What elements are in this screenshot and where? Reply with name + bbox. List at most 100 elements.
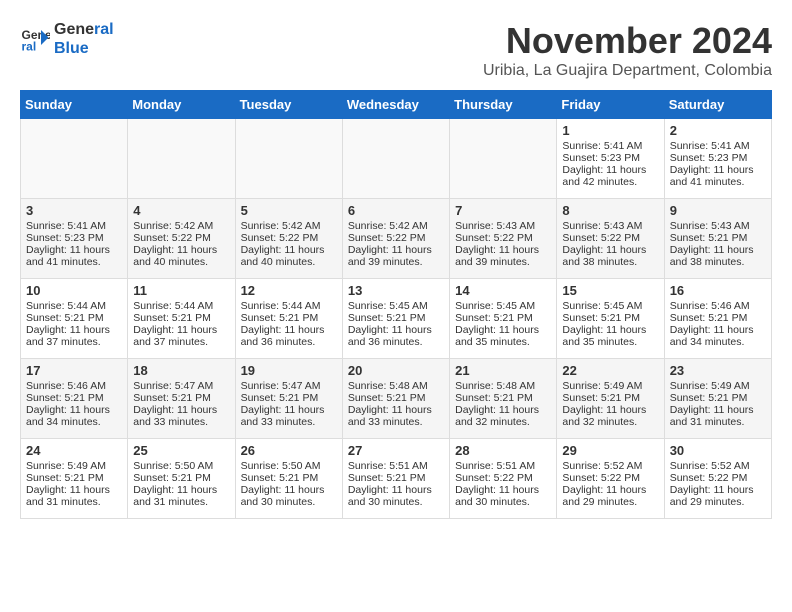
calendar-cell: 11 Sunrise: 5:44 AMSunset: 5:21 PMDayligh… [128,279,235,359]
day-info: Sunrise: 5:48 AM [455,380,551,392]
calendar-cell: 7Sunrise: 5:43 AMSunset: 5:22 PMDaylight… [450,199,557,279]
day-info: Sunset: 5:21 PM [133,312,229,324]
day-info: Sunset: 5:22 PM [455,232,551,244]
day-number: 3 [26,203,122,218]
day-info: Daylight: 11 hours and 36 minutes. [241,324,337,348]
day-info: Daylight: 11 hours and 35 minutes. [455,324,551,348]
day-info: Daylight: 11 hours and 34 minutes. [670,324,766,348]
day-info: Sunrise: 5:41 AM [562,140,658,152]
day-info: Daylight: 11 hours and 40 minutes. [241,244,337,268]
day-info: Daylight: 11 hours and 31 minutes. [26,484,122,508]
day-info: Daylight: 11 hours and 34 minutes. [26,404,122,428]
header-friday: Friday [557,91,664,119]
day-info: Sunrise: 5:49 AM [670,380,766,392]
calendar-cell [128,119,235,199]
day-info: Sunset: 5:21 PM [133,472,229,484]
day-info: Sunrise: 5:51 AM [455,460,551,472]
day-info: Sunset: 5:21 PM [133,392,229,404]
calendar-cell: 28 Sunrise: 5:51 AMSunset: 5:22 PMDayligh… [450,439,557,519]
day-info: Daylight: 11 hours and 40 minutes. [133,244,229,268]
calendar-cell: 3Sunrise: 5:41 AMSunset: 5:23 PMDaylight… [21,199,128,279]
day-number: 17 [26,363,122,378]
day-number: 19 [241,363,337,378]
day-number: 11 [133,283,229,298]
calendar-cell: 26Sunrise: 5:50 AMSunset: 5:21 PMDayligh… [235,439,342,519]
title-block: November 2024 Uribia, La Guajira Departm… [483,20,772,80]
day-info: Daylight: 11 hours and 30 minutes. [455,484,551,508]
day-info: Sunset: 5:21 PM [241,472,337,484]
header-monday: Monday [128,91,235,119]
day-info: Daylight: 11 hours and 32 minutes. [455,404,551,428]
day-info: Sunrise: 5:42 AM [133,220,229,232]
day-info: Daylight: 11 hours and 31 minutes. [133,484,229,508]
calendar-cell: 2Sunrise: 5:41 AMSunset: 5:23 PMDaylight… [664,119,771,199]
day-info: Sunset: 5:21 PM [26,312,122,324]
calendar-cell [235,119,342,199]
day-number: 8 [562,203,658,218]
day-info: Sunrise: 5:45 AM [455,300,551,312]
calendar-cell: 17 Sunrise: 5:46 AMSunset: 5:21 PMDayligh… [21,359,128,439]
day-number: 29 [562,443,658,458]
day-info: Sunrise: 5:42 AM [348,220,444,232]
day-info: Sunrise: 5:42 AM [241,220,337,232]
day-info: Sunrise: 5:43 AM [455,220,551,232]
day-info: Sunrise: 5:47 AM [133,380,229,392]
day-info: Daylight: 11 hours and 33 minutes. [241,404,337,428]
day-number: 2 [670,123,766,138]
day-info: Sunrise: 5:48 AM [348,380,444,392]
location-title: Uribia, La Guajira Department, Colombia [483,62,772,80]
day-info: Sunrise: 5:44 AM [26,300,122,312]
calendar-cell: 20Sunrise: 5:48 AMSunset: 5:21 PMDayligh… [342,359,449,439]
day-number: 23 [670,363,766,378]
day-info: Sunrise: 5:44 AM [241,300,337,312]
day-number: 15 [562,283,658,298]
logo-text-line2: Blue [54,39,114,58]
day-info: Sunrise: 5:49 AM [26,460,122,472]
calendar-cell: 22Sunrise: 5:49 AMSunset: 5:21 PMDayligh… [557,359,664,439]
calendar-cell: 23Sunrise: 5:49 AMSunset: 5:21 PMDayligh… [664,359,771,439]
day-number: 13 [348,283,444,298]
day-info: Sunset: 5:21 PM [26,392,122,404]
day-info: Sunrise: 5:41 AM [670,140,766,152]
month-title: November 2024 [483,20,772,62]
calendar-cell: 10Sunrise: 5:44 AMSunset: 5:21 PMDayligh… [21,279,128,359]
day-number: 26 [241,443,337,458]
day-info: Sunrise: 5:50 AM [133,460,229,472]
calendar-cell: 4Sunrise: 5:42 AMSunset: 5:22 PMDaylight… [128,199,235,279]
calendar-cell: 30Sunrise: 5:52 AMSunset: 5:22 PMDayligh… [664,439,771,519]
day-info: Sunrise: 5:41 AM [26,220,122,232]
day-info: Sunrise: 5:45 AM [348,300,444,312]
calendar-cell: 29Sunrise: 5:52 AMSunset: 5:22 PMDayligh… [557,439,664,519]
day-number: 10 [26,283,122,298]
header-tuesday: Tuesday [235,91,342,119]
day-info: Sunset: 5:21 PM [670,312,766,324]
day-info: Daylight: 11 hours and 29 minutes. [670,484,766,508]
day-info: Sunset: 5:21 PM [562,312,658,324]
day-info: Sunrise: 5:43 AM [670,220,766,232]
calendar-cell: 1Sunrise: 5:41 AMSunset: 5:23 PMDaylight… [557,119,664,199]
day-number: 9 [670,203,766,218]
day-info: Sunset: 5:21 PM [670,392,766,404]
calendar-header-row: SundayMondayTuesdayWednesdayThursdayFrid… [21,91,772,119]
logo: Gene ral General Blue [20,20,114,58]
day-info: Sunset: 5:22 PM [455,472,551,484]
day-info: Daylight: 11 hours and 37 minutes. [133,324,229,348]
day-info: Sunset: 5:23 PM [670,152,766,164]
calendar-cell: 14 Sunrise: 5:45 AMSunset: 5:21 PMDayligh… [450,279,557,359]
day-info: Sunrise: 5:44 AM [133,300,229,312]
day-info: Sunrise: 5:51 AM [348,460,444,472]
day-number: 14 [455,283,551,298]
day-number: 28 [455,443,551,458]
day-info: Sunset: 5:21 PM [455,312,551,324]
day-info: Sunrise: 5:46 AM [26,380,122,392]
calendar-cell: 9Sunrise: 5:43 AMSunset: 5:21 PMDaylight… [664,199,771,279]
day-info: Sunset: 5:22 PM [562,472,658,484]
calendar-cell: 21Sunrise: 5:48 AMSunset: 5:21 PMDayligh… [450,359,557,439]
day-number: 12 [241,283,337,298]
day-info: Sunrise: 5:49 AM [562,380,658,392]
day-info: Sunrise: 5:52 AM [670,460,766,472]
day-info: Sunrise: 5:52 AM [562,460,658,472]
calendar-cell: 24Sunrise: 5:49 AMSunset: 5:21 PMDayligh… [21,439,128,519]
day-info: Sunset: 5:22 PM [348,232,444,244]
day-info: Sunset: 5:22 PM [562,232,658,244]
